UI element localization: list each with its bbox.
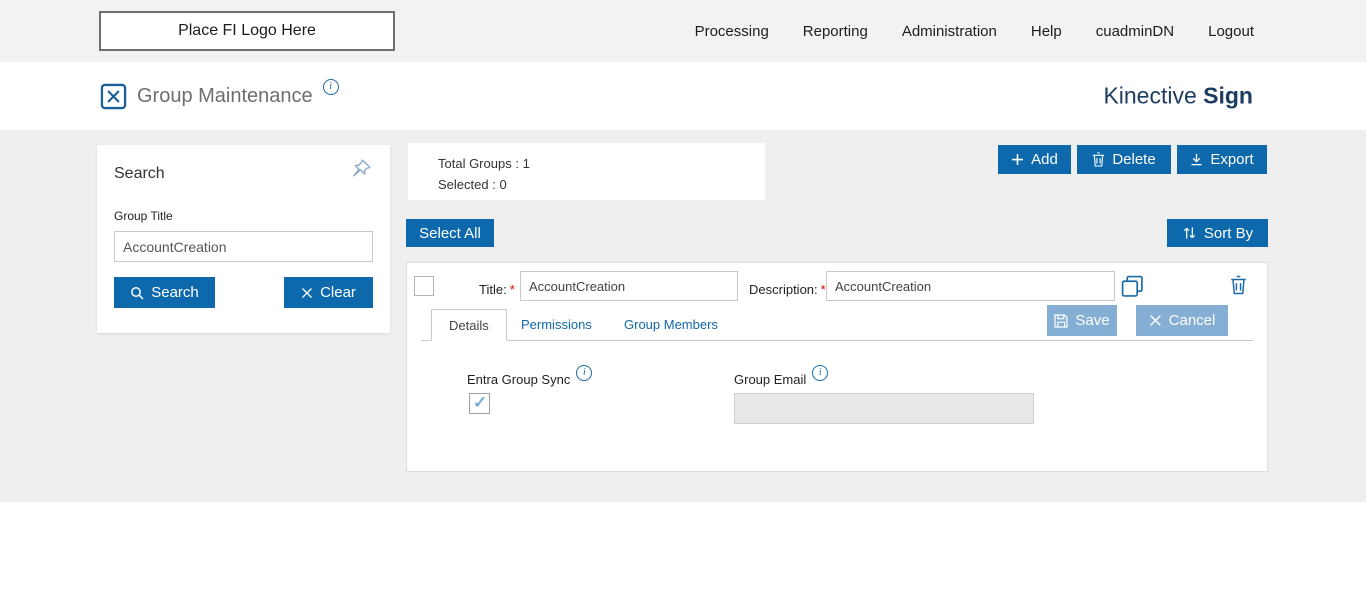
search-button[interactable]: Search <box>114 277 215 308</box>
group-row-checkbox[interactable] <box>414 276 434 296</box>
total-groups-line: Total Groups : 1 <box>438 156 530 171</box>
nav-item-processing[interactable]: Processing <box>695 23 769 40</box>
tab-group-members[interactable]: Group Members <box>624 308 718 340</box>
nav-item-logout[interactable]: Logout <box>1208 23 1254 40</box>
sort-arrows-icon <box>1183 227 1195 239</box>
group-maintenance-icon <box>100 83 127 109</box>
group-email-info-icon[interactable]: i <box>812 365 829 381</box>
search-panel-title: Search <box>114 165 165 182</box>
totals-box: Total Groups : 1 Selected : 0 <box>408 143 765 200</box>
clear-button[interactable]: Clear <box>284 277 373 308</box>
description-label: Description: * <box>749 282 826 297</box>
group-email-input[interactable] <box>734 393 1034 424</box>
delete-button[interactable]: Delete <box>1077 145 1171 174</box>
tab-details[interactable]: Details <box>431 309 507 341</box>
download-icon <box>1191 153 1202 166</box>
select-all-button[interactable]: Select All <box>406 219 494 247</box>
save-button[interactable]: Save <box>1047 305 1117 336</box>
brand-logo: Kinective Sign <box>1103 82 1253 109</box>
group-title-input[interactable] <box>114 231 373 262</box>
clear-x-icon <box>302 287 313 298</box>
top-bar: Place FI Logo Here Processing Reporting … <box>0 0 1366 62</box>
tabs-bar: Details Permissions Group Members <box>421 309 1253 341</box>
entra-group-sync-info-icon[interactable]: i <box>576 365 593 381</box>
nav-item-reporting[interactable]: Reporting <box>803 23 868 40</box>
entra-group-sync-label: Entra Group Sync i <box>467 365 593 387</box>
cancel-button[interactable]: Cancel <box>1136 305 1228 336</box>
cancel-x-icon <box>1149 315 1161 326</box>
title-input[interactable] <box>520 271 738 301</box>
fi-logo-placeholder: Place FI Logo Here <box>99 11 395 51</box>
top-nav: Processing Reporting Administration Help… <box>695 0 1254 62</box>
search-panel: Search Group Title Search Clear <box>97 145 390 333</box>
page-header: Group Maintenance i Kinective Sign <box>0 62 1366 130</box>
title-label: Title: * <box>479 282 515 297</box>
main-content: Search Group Title Search Clear <box>0 130 1366 502</box>
search-icon <box>131 286 144 300</box>
export-button[interactable]: Export <box>1177 145 1267 174</box>
required-asterisk: * <box>509 282 515 297</box>
description-input[interactable] <box>826 271 1115 301</box>
selected-value: 0 <box>499 177 507 192</box>
trash-icon <box>1093 152 1105 167</box>
nav-item-user[interactable]: cuadminDN <box>1096 23 1174 40</box>
add-button[interactable]: Add <box>998 145 1071 174</box>
group-title-label: Group Title <box>114 209 173 223</box>
action-buttons: Add Delete Export <box>998 145 1267 174</box>
required-asterisk: * <box>820 282 826 297</box>
total-groups-value: 1 <box>522 156 530 171</box>
pin-icon[interactable] <box>351 158 372 179</box>
page-title: Group Maintenance <box>137 84 313 107</box>
save-floppy-icon <box>1054 313 1068 328</box>
group-email-label: Group Email i <box>734 365 829 387</box>
entra-group-sync-checkbox[interactable] <box>469 393 490 414</box>
fi-logo-text: Place FI Logo Here <box>178 22 316 39</box>
page-title-info-icon[interactable]: i <box>322 79 339 95</box>
row-delete-icon[interactable] <box>1230 275 1247 295</box>
nav-item-administration[interactable]: Administration <box>902 23 997 40</box>
group-row: Title:* Description:* Details Permission… <box>406 262 1268 472</box>
sort-by-button[interactable]: Sort By <box>1167 219 1268 247</box>
selected-line: Selected : 0 <box>438 177 507 192</box>
copy-icon[interactable] <box>1121 275 1144 298</box>
plus-icon <box>1012 154 1024 165</box>
tab-permissions[interactable]: Permissions <box>521 308 592 340</box>
nav-item-help[interactable]: Help <box>1031 23 1062 40</box>
